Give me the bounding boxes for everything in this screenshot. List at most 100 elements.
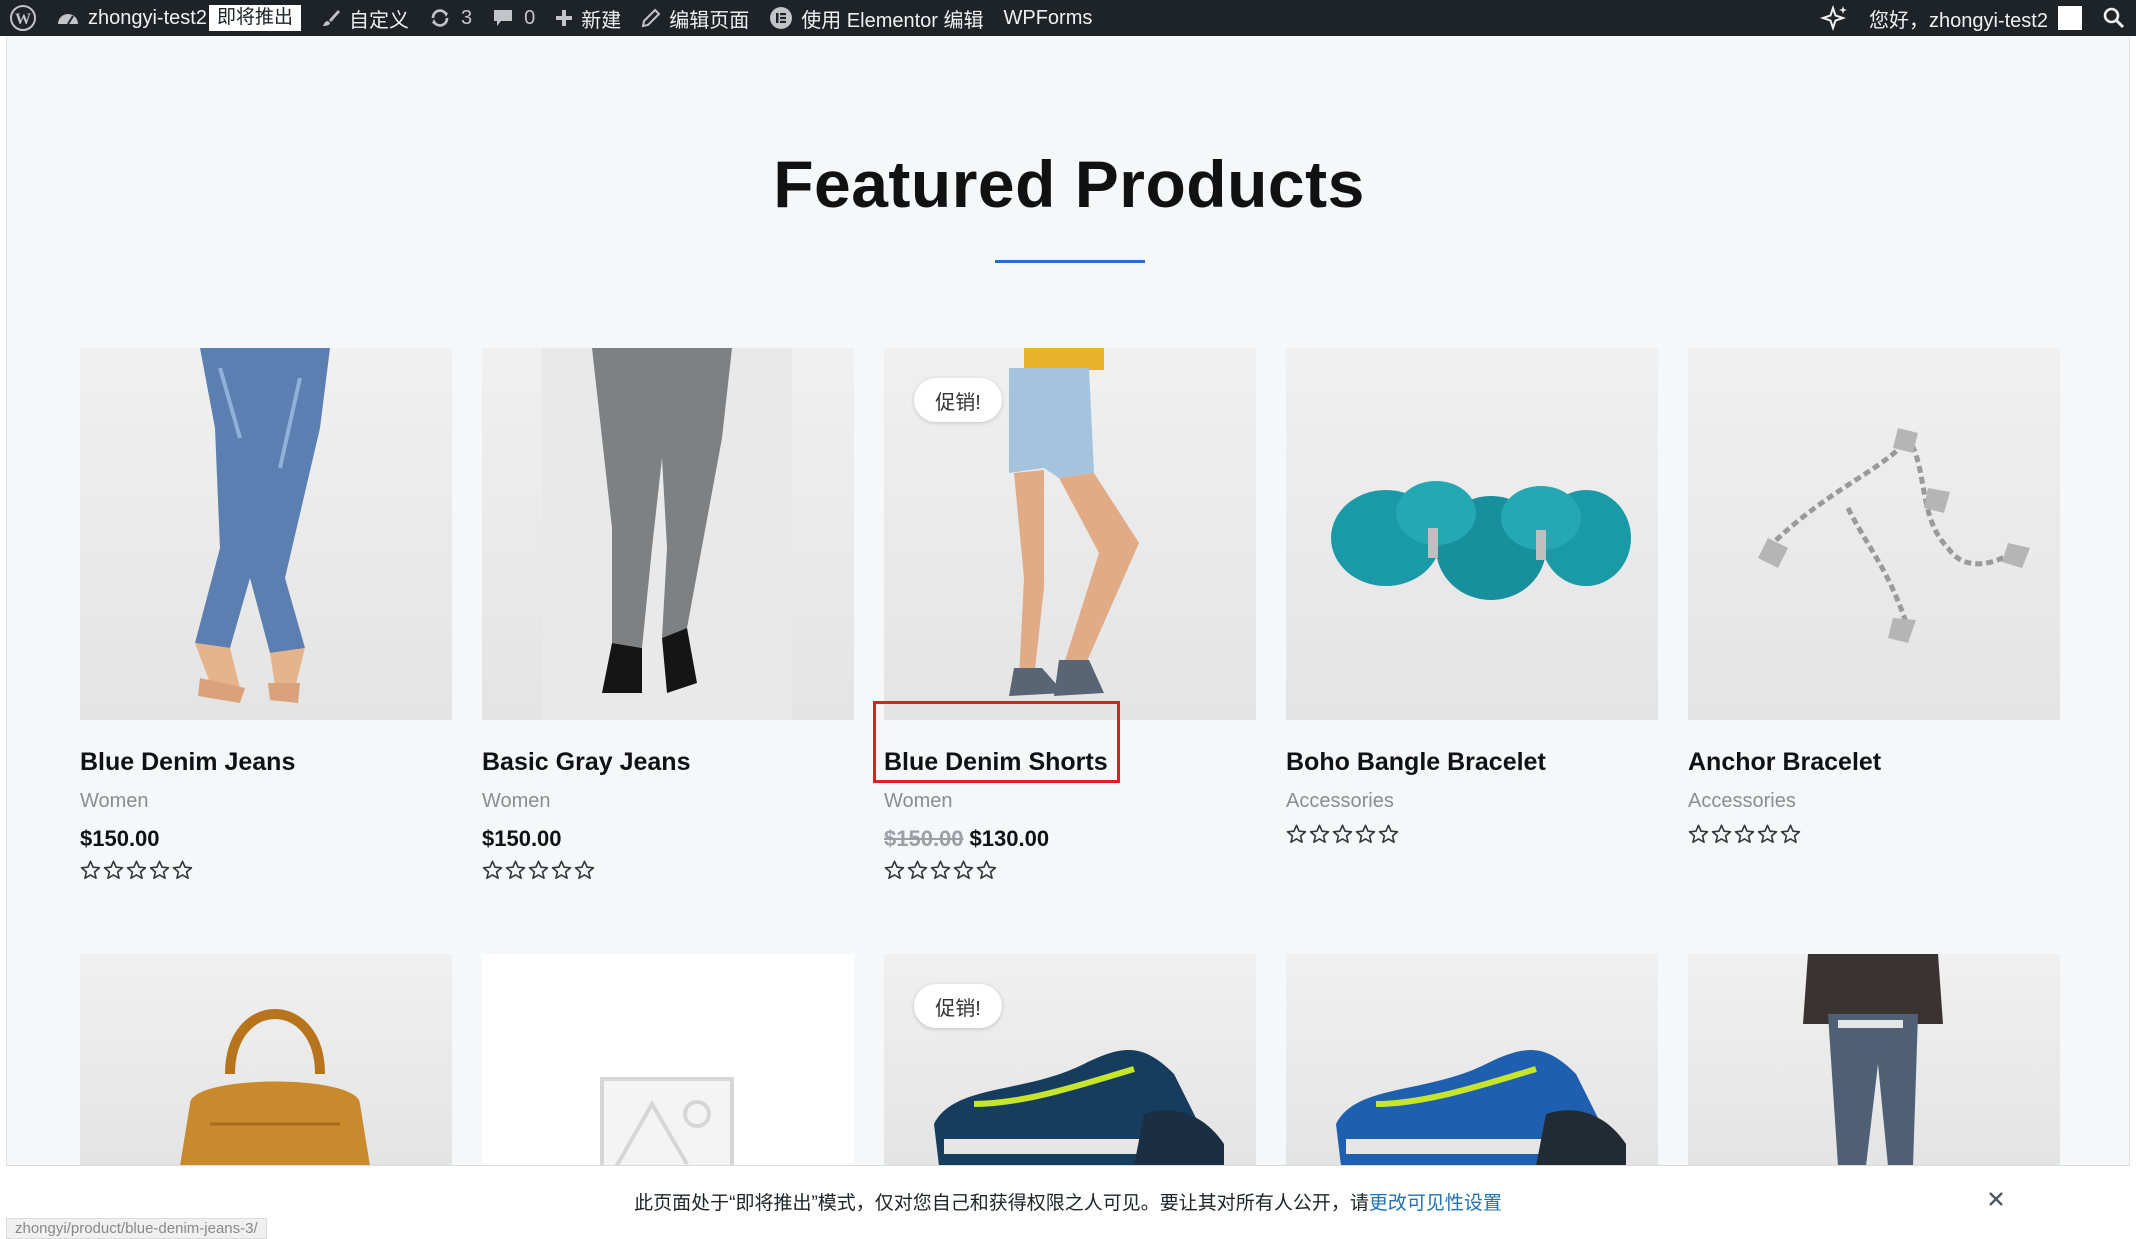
price-current: $150.00 bbox=[482, 826, 562, 851]
product-category[interactable]: Accessories bbox=[1688, 788, 2060, 814]
star-empty-icon bbox=[1332, 824, 1353, 844]
product-image-blue-denim-shorts[interactable]: 促销! bbox=[884, 348, 1256, 720]
product-title[interactable]: Anchor Bracelet bbox=[1688, 746, 2060, 778]
brush-icon bbox=[321, 8, 341, 28]
placeholder-image[interactable] bbox=[482, 954, 854, 1166]
edit-page-link[interactable]: 编辑页面 bbox=[631, 0, 759, 36]
product-category[interactable]: Accessories bbox=[1286, 788, 1658, 814]
product-card[interactable] bbox=[1688, 954, 2060, 1166]
product-category[interactable]: Women bbox=[884, 788, 1256, 814]
star-rating bbox=[1286, 824, 1658, 844]
my-account-link[interactable]: 您好，zhongyi-test2 bbox=[1859, 0, 2092, 36]
product-image-anchor-bracelet[interactable] bbox=[1688, 348, 2060, 720]
new-content-link[interactable]: 新建 bbox=[545, 0, 631, 36]
elementor-edit-link[interactable]: 使用 Elementor 编辑 bbox=[759, 0, 993, 36]
status-bar-url: zhongyi/product/blue-denim-jeans-3/ bbox=[6, 1218, 267, 1239]
search-button[interactable] bbox=[2092, 0, 2136, 36]
wpforms-label: WPForms bbox=[1003, 6, 1093, 29]
star-empty-icon bbox=[976, 860, 997, 880]
product-card[interactable]: Boho Bangle Bracelet Accessories bbox=[1286, 348, 1658, 844]
greeting-label: 您好，zhongyi-test2 bbox=[1869, 9, 2048, 32]
wordpress-logo-icon: W bbox=[10, 5, 36, 31]
notice-text: 此页面处于“即将推出”模式，仅对您自己和获得权限之人可见。要让其对所有人公开，请 bbox=[634, 1193, 1369, 1214]
product-card[interactable] bbox=[80, 954, 452, 1166]
star-empty-icon bbox=[1309, 824, 1330, 844]
star-empty-icon bbox=[930, 860, 951, 880]
star-empty-icon bbox=[574, 860, 595, 880]
product-price: $150.00 bbox=[80, 824, 452, 854]
star-empty-icon bbox=[505, 860, 526, 880]
product-category[interactable]: Women bbox=[482, 788, 854, 814]
coming-soon-badge[interactable]: 即将推出 bbox=[208, 5, 301, 31]
comments-count: 0 bbox=[524, 6, 536, 29]
price-current: $150.00 bbox=[80, 826, 160, 851]
ai-sparkle-button[interactable] bbox=[1809, 0, 1859, 36]
star-empty-icon bbox=[482, 860, 503, 880]
product-image-basic-gray-jeans[interactable] bbox=[482, 348, 854, 720]
star-empty-icon bbox=[1378, 824, 1399, 844]
change-visibility-link[interactable]: 更改可见性设置 bbox=[1369, 1188, 1502, 1215]
close-icon bbox=[1987, 1190, 2005, 1214]
star-empty-icon bbox=[80, 860, 101, 880]
product-price: $150.00 $130.00 bbox=[884, 824, 1256, 854]
product-image-sneaker-sale[interactable]: 促销! bbox=[884, 954, 1256, 1166]
sparkle-icon bbox=[1819, 4, 1849, 32]
search-icon bbox=[2102, 6, 2126, 30]
section-heading: Featured Products bbox=[773, 147, 1365, 221]
product-card[interactable]: 促销! Blue Denim Shorts Women $150.00 $130.… bbox=[884, 348, 1256, 880]
customize-link[interactable]: 自定义 bbox=[311, 0, 419, 36]
product-card[interactable]: Blue Denim Jeans Women $150.00 bbox=[80, 348, 452, 880]
star-empty-icon bbox=[1734, 824, 1755, 844]
site-name-link[interactable]: zhongyi-test2 即将推出 bbox=[46, 0, 311, 36]
customize-label: 自定义 bbox=[348, 9, 409, 32]
star-empty-icon bbox=[528, 860, 549, 880]
dashboard-gauge-icon bbox=[56, 8, 80, 28]
star-empty-icon bbox=[1688, 824, 1709, 844]
close-notice-button[interactable] bbox=[1982, 1188, 2010, 1216]
product-image-handbag[interactable] bbox=[80, 954, 452, 1166]
product-image-blue-denim-jeans[interactable] bbox=[80, 348, 452, 720]
price-current: $130.00 bbox=[969, 826, 1050, 851]
sale-badge: 促销! bbox=[914, 984, 1002, 1028]
star-empty-icon bbox=[1757, 824, 1778, 844]
product-title[interactable]: Blue Denim Jeans bbox=[80, 746, 452, 778]
product-title[interactable]: Boho Bangle Bracelet bbox=[1286, 746, 1658, 778]
comment-bubble-icon bbox=[492, 8, 514, 28]
star-empty-icon bbox=[103, 860, 124, 880]
wordpress-logo-button[interactable]: W bbox=[0, 0, 46, 36]
product-card[interactable] bbox=[1286, 954, 1658, 1166]
product-image-boho-bangle-bracelet[interactable] bbox=[1286, 348, 1658, 720]
star-rating bbox=[1688, 824, 2060, 844]
star-empty-icon bbox=[1355, 824, 1376, 844]
product-title[interactable]: Basic Gray Jeans bbox=[482, 746, 854, 778]
product-card[interactable]: Anchor Bracelet Accessories bbox=[1688, 348, 2060, 844]
star-empty-icon bbox=[149, 860, 170, 880]
product-card[interactable]: 促销! bbox=[884, 954, 1256, 1166]
star-empty-icon bbox=[1286, 824, 1307, 844]
edit-page-label: 编辑页面 bbox=[669, 9, 750, 32]
refresh-icon bbox=[429, 8, 451, 28]
coming-soon-notice: 此页面处于“即将推出”模式，仅对您自己和获得权限之人可见。要让其对所有人公开，请… bbox=[6, 1165, 2130, 1237]
updates-link[interactable]: 3 bbox=[419, 0, 482, 36]
avatar bbox=[2058, 6, 2082, 30]
product-image-jeans-man[interactable] bbox=[1688, 954, 2060, 1166]
comments-link[interactable]: 0 bbox=[482, 0, 545, 36]
product-card[interactable] bbox=[482, 954, 854, 1166]
product-card[interactable]: Basic Gray Jeans Women $150.00 bbox=[482, 348, 854, 880]
star-empty-icon bbox=[907, 860, 928, 880]
page-content: Featured Products Blue Denim Jeans Women… bbox=[6, 36, 2130, 1237]
product-category[interactable]: Women bbox=[80, 788, 452, 814]
star-empty-icon bbox=[1711, 824, 1732, 844]
star-empty-icon bbox=[953, 860, 974, 880]
svg-text:W: W bbox=[15, 11, 31, 28]
star-rating bbox=[482, 860, 854, 880]
star-empty-icon bbox=[884, 860, 905, 880]
wpforms-link[interactable]: WPForms bbox=[994, 0, 1103, 36]
heading-divider bbox=[995, 260, 1145, 263]
new-label: 新建 bbox=[581, 9, 622, 32]
star-empty-icon bbox=[172, 860, 193, 880]
admin-bar: W zhongyi-test2 即将推出 自定义 3 0 新建 编辑页面 使用 … bbox=[0, 0, 2136, 36]
star-rating bbox=[884, 860, 1256, 880]
product-image-sneaker[interactable] bbox=[1286, 954, 1658, 1166]
elementor-icon bbox=[769, 6, 793, 30]
